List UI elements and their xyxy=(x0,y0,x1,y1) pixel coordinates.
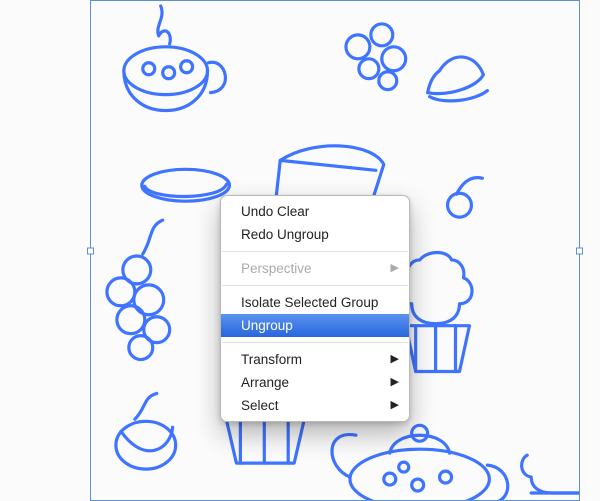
submenu-arrow-icon: ▶ xyxy=(391,377,399,388)
menu-item-undo[interactable]: Undo Clear xyxy=(221,200,409,223)
menu-item-arrange[interactable]: Arrange ▶ xyxy=(221,371,409,394)
menu-item-isolate-group[interactable]: Isolate Selected Group xyxy=(221,291,409,314)
context-menu: Undo Clear Redo Ungroup Perspective ▶ Is… xyxy=(220,195,410,422)
menu-item-label: Transform xyxy=(241,353,302,367)
menu-item-label: Redo Ungroup xyxy=(241,228,329,242)
submenu-arrow-icon: ▶ xyxy=(391,354,399,365)
menu-item-transform[interactable]: Transform ▶ xyxy=(221,348,409,371)
menu-separator xyxy=(222,285,408,286)
menu-item-label: Undo Clear xyxy=(241,205,309,219)
menu-item-label: Select xyxy=(241,399,279,413)
canvas[interactable]: Undo Clear Redo Ungroup Perspective ▶ Is… xyxy=(0,0,600,501)
menu-separator xyxy=(222,251,408,252)
submenu-arrow-icon: ▶ xyxy=(391,400,399,411)
menu-item-ungroup[interactable]: Ungroup xyxy=(221,314,409,337)
menu-item-label: Ungroup xyxy=(241,319,293,333)
menu-separator xyxy=(222,342,408,343)
submenu-arrow-icon: ▶ xyxy=(391,263,399,274)
menu-item-redo[interactable]: Redo Ungroup xyxy=(221,223,409,246)
menu-item-label: Isolate Selected Group xyxy=(241,296,378,310)
menu-item-label: Arrange xyxy=(241,376,289,390)
menu-item-perspective: Perspective ▶ xyxy=(221,257,409,280)
menu-item-label: Perspective xyxy=(241,262,312,276)
menu-item-select[interactable]: Select ▶ xyxy=(221,394,409,417)
